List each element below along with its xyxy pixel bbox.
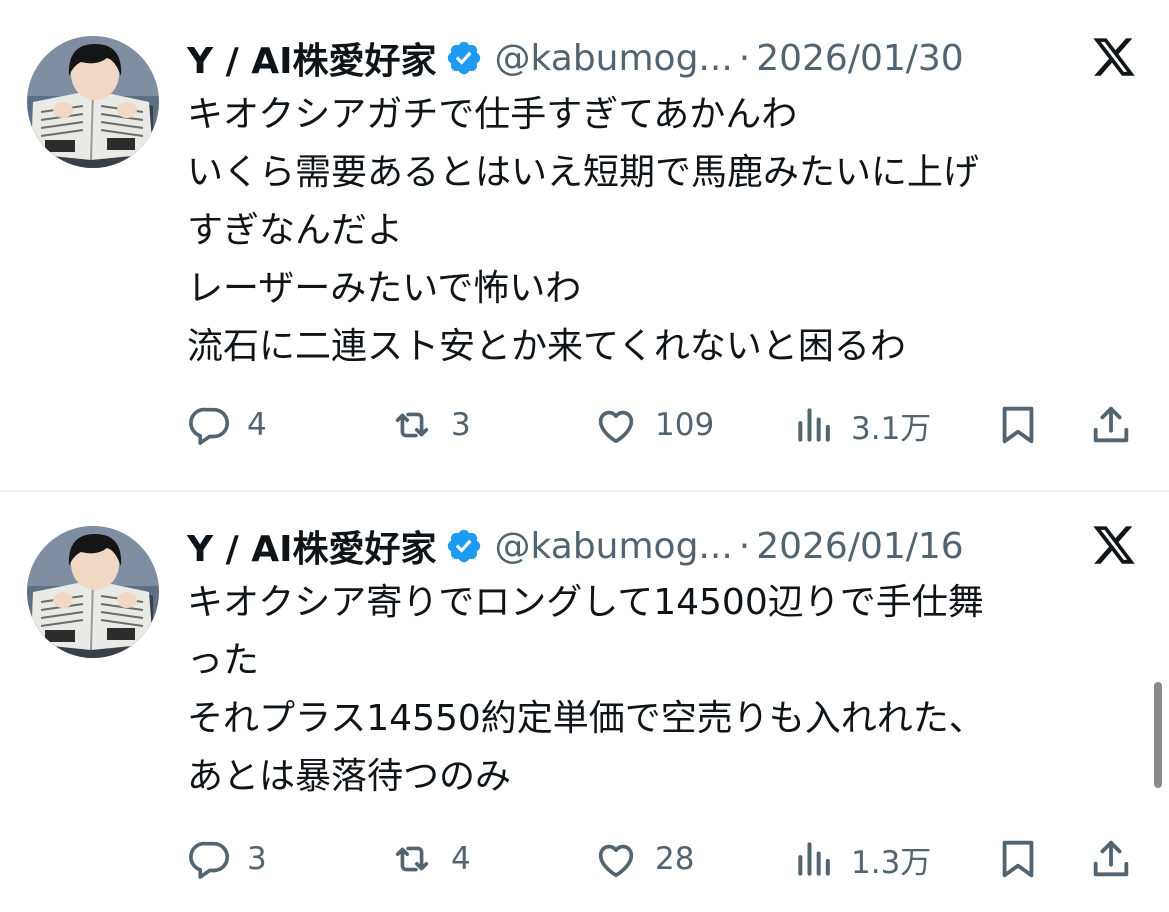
share-icon — [1093, 406, 1129, 443]
repost-icon — [395, 412, 429, 438]
handle[interactable]: @kabumog... — [495, 38, 733, 79]
like-count: 109 — [655, 407, 715, 443]
views-button[interactable]: 1.3万 — [793, 834, 931, 884]
separator-dot: · — [738, 525, 751, 567]
views-button[interactable]: 3.1万 — [793, 400, 931, 450]
heart-icon — [598, 844, 634, 878]
tweet-text-line: 流石に二連スト安とか来てくれないと困るわ — [187, 326, 906, 367]
verified-badge-icon — [447, 529, 480, 563]
share-button[interactable] — [1087, 400, 1135, 450]
avatar[interactable] — [27, 36, 159, 168]
views-count: 3.1万 — [851, 410, 932, 447]
share-icon — [1093, 840, 1129, 877]
tweet-header: Y / AI株愛好家 @kabumog... · 2026/01/30 — [187, 28, 1087, 88]
tweet-date[interactable]: 2026/01/16 — [756, 526, 964, 567]
reply-button[interactable]: 4 — [187, 400, 267, 450]
like-count: 28 — [655, 841, 695, 877]
handle[interactable]: @kabumog... — [495, 526, 733, 567]
tweet-text: キオクシア寄りでロングして14500辺りで手仕舞 った それプラス14550約定… — [187, 574, 1127, 806]
views-count: 1.3万 — [851, 844, 932, 881]
tweet-text-line: いくら需要あるとはいえ短期で馬鹿みたいに上げ — [187, 152, 980, 193]
like-button[interactable]: 109 — [591, 400, 714, 450]
tweet[interactable]: Y / AI株愛好家 @kabumog... · 2026/01/16 キオクシ… — [0, 492, 1169, 912]
action-bar: 4 3 109 3.1万 — [187, 400, 1147, 450]
display-name[interactable]: Y / AI株愛好家 — [187, 32, 437, 84]
x-logo-icon[interactable] — [1089, 34, 1139, 80]
reply-icon — [189, 407, 230, 445]
heart-icon — [598, 410, 634, 444]
tweet-text-line: キオクシア寄りでロングして14500辺りで手仕舞 — [187, 582, 984, 623]
separator-dot: · — [738, 37, 751, 79]
tweet-text-line: それプラス14550約定単価で空売りも入れれた、 — [187, 698, 985, 739]
repost-count: 4 — [451, 841, 471, 877]
tweet-text-line: あとは暴落待つのみ — [187, 756, 512, 797]
tweet-text-line: った — [187, 640, 260, 681]
avatar[interactable] — [27, 526, 159, 658]
tweet[interactable]: Y / AI株愛好家 @kabumog... · 2026/01/30 キオクシ… — [0, 0, 1169, 490]
bookmark-button[interactable] — [995, 400, 1041, 450]
reply-button[interactable]: 3 — [187, 834, 267, 884]
like-button[interactable]: 28 — [591, 834, 694, 884]
tweet-date[interactable]: 2026/01/30 — [756, 38, 964, 79]
x-logo-icon[interactable] — [1089, 522, 1139, 568]
bookmark-button[interactable] — [995, 834, 1041, 884]
bookmark-icon — [1002, 840, 1034, 878]
tweet-text: キオクシアガチで仕手すぎてあかんわ いくら需要あるとはいえ短期で馬鹿みたいに上げ… — [187, 86, 1127, 376]
tweet-text-line: すぎなんだよ — [187, 210, 404, 251]
share-button[interactable] — [1087, 834, 1135, 884]
display-name[interactable]: Y / AI株愛好家 — [187, 520, 437, 572]
reply-icon — [189, 841, 230, 879]
scrollbar-thumb[interactable] — [1154, 682, 1162, 788]
repost-icon — [395, 846, 429, 872]
bookmark-icon — [1002, 406, 1034, 444]
reply-count: 3 — [247, 841, 267, 877]
repost-button[interactable]: 3 — [387, 400, 471, 450]
tweet-text-line: キオクシアガチで仕手すぎてあかんわ — [187, 94, 798, 135]
tweet-text-line: レーザーみたいで怖いわ — [187, 268, 582, 309]
verified-badge-icon — [447, 41, 480, 75]
views-icon — [798, 408, 830, 442]
tweet-header: Y / AI株愛好家 @kabumog... · 2026/01/16 — [187, 516, 1087, 576]
action-bar: 3 4 28 1.3万 — [187, 834, 1147, 884]
reply-count: 4 — [247, 407, 267, 443]
timeline: Y / AI株愛好家 @kabumog... · 2026/01/30 キオクシ… — [0, 0, 1169, 912]
views-icon — [798, 842, 830, 876]
repost-button[interactable]: 4 — [387, 834, 471, 884]
repost-count: 3 — [451, 407, 471, 443]
